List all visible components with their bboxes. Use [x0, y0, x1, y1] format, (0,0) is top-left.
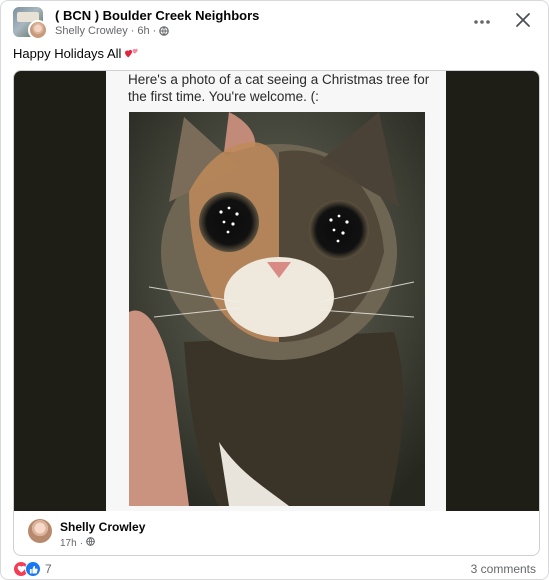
shared-author-name-link[interactable]: Shelly Crowley: [60, 520, 145, 534]
meta-separator: ·: [152, 25, 157, 37]
shared-post[interactable]: Here's a photo of a cat seeing a Christm…: [13, 70, 540, 556]
like-icon: [25, 561, 41, 577]
close-icon[interactable]: [514, 11, 532, 29]
shared-post-author-row: Shelly Crowley 17h ·: [14, 511, 539, 555]
reactions-summary[interactable]: 7: [13, 561, 52, 577]
group-avatar[interactable]: [13, 7, 48, 40]
two-hearts-icon: [124, 45, 140, 62]
meme-caption: Here's a photo of a cat seeing a Christm…: [128, 72, 430, 104]
author-name-link[interactable]: Shelly Crowley: [55, 25, 128, 37]
cat-photo: [129, 112, 425, 506]
comments-count-link[interactable]: 3 comments: [471, 562, 536, 576]
post-text: Happy Holidays All: [13, 45, 140, 62]
group-name-link[interactable]: ( BCN ) Boulder Creek Neighbors: [55, 8, 259, 23]
author-avatar[interactable]: [28, 20, 48, 40]
post-time-link[interactable]: 6h: [137, 25, 149, 37]
globe-icon: [159, 26, 170, 36]
post-footer: 7 3 comments: [13, 561, 536, 577]
shared-author-avatar[interactable]: [28, 519, 52, 543]
more-horizontal-icon[interactable]: [472, 15, 492, 29]
post-header: ( BCN ) Boulder Creek Neighbors Shelly C…: [13, 7, 536, 40]
meme-image: Here's a photo of a cat seeing a Christm…: [106, 71, 446, 511]
meta-separator: ·: [79, 537, 84, 549]
shared-post-time-link[interactable]: 17h: [60, 538, 77, 549]
shared-media[interactable]: Here's a photo of a cat seeing a Christm…: [14, 71, 539, 511]
reaction-count: 7: [45, 562, 52, 576]
post-meta: Shelly Crowley · 6h ·: [55, 25, 170, 37]
post-message: Happy Holidays All: [13, 46, 122, 61]
shared-post-meta: 17h ·: [60, 537, 95, 549]
meta-separator: ·: [130, 25, 135, 37]
post-card: ( BCN ) Boulder Creek Neighbors Shelly C…: [0, 0, 549, 580]
globe-icon: [86, 537, 95, 549]
